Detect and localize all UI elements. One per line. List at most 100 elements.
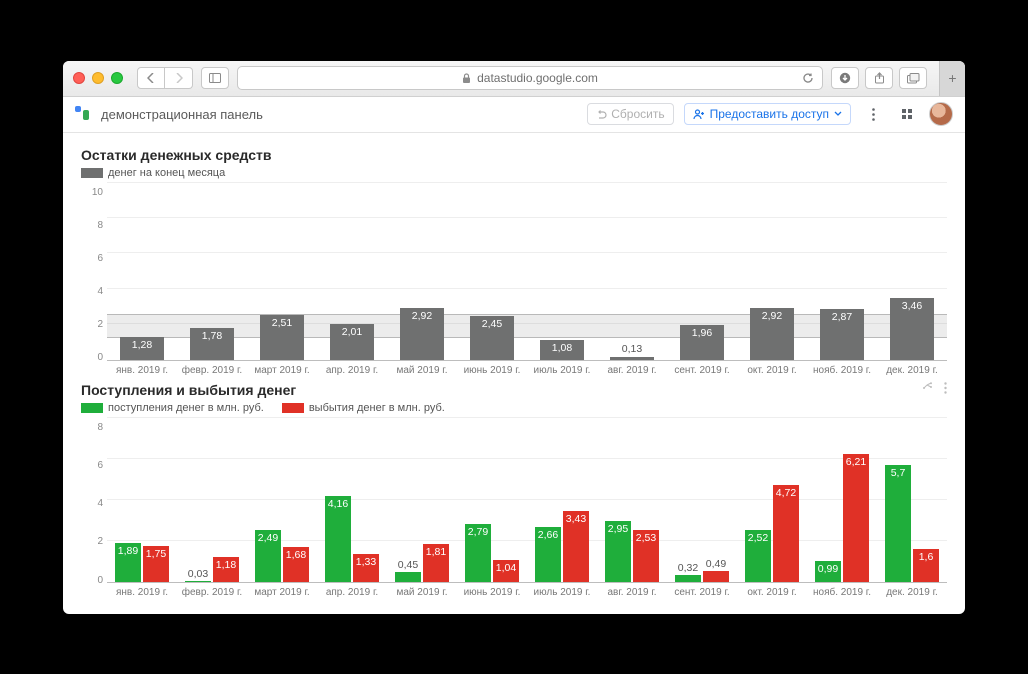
sidebar-toggle-button[interactable] (201, 67, 229, 89)
chart1-bar[interactable]: 1,28 (107, 183, 177, 360)
share-button[interactable] (865, 67, 893, 89)
bar-inflow: 2,52 (745, 530, 771, 582)
chart1-plot: 1086420 1,281,782,512,012,922,451,080,13… (107, 183, 947, 361)
avatar[interactable] (929, 102, 953, 126)
browser-window: datastudio.google.com + демонстрационная… (63, 61, 965, 614)
tabs-button[interactable] (899, 67, 927, 89)
xaxis-label: нояб. 2019 г. (807, 587, 877, 598)
xaxis-label: дек. 2019 г. (877, 365, 947, 376)
chart2-legend-1: выбытия денег в млн. руб. (309, 402, 445, 414)
chart1-bar[interactable]: 1,08 (527, 183, 597, 360)
chart1-yaxis: 1086420 (81, 183, 103, 360)
xaxis-label: авг. 2019 г. (597, 365, 667, 376)
xaxis-label: март 2019 г. (247, 587, 317, 598)
chart2-bar-group[interactable]: 2,491,68 (247, 418, 317, 582)
chart1-bar[interactable]: 3,46 (877, 183, 947, 360)
chart-more-icon[interactable] (944, 382, 947, 394)
chart1-legend: денег на конец месяца (81, 167, 947, 179)
bar-inflow: 4,16 (325, 496, 351, 581)
browser-right-tools (831, 67, 927, 89)
window-zoom-button[interactable] (111, 72, 123, 84)
bar-outflow: 6,21 (843, 454, 869, 581)
xaxis-label: апр. 2019 г. (317, 587, 387, 598)
chart1-legend-0: денег на конец месяца (108, 167, 225, 179)
xaxis-label: сент. 2019 г. (667, 365, 737, 376)
chart2-toolbar (922, 382, 947, 394)
bar-value-label: 3,46 (902, 300, 922, 359)
chart2-bar-group[interactable]: 4,16 1,33 (317, 418, 387, 582)
chart1-bar[interactable]: 2,92 (737, 183, 807, 360)
bar-value-label: 2,66 (538, 529, 558, 541)
downloads-button[interactable] (831, 67, 859, 89)
nav-back-forward (137, 67, 193, 89)
bar-value-label: 1,96 (692, 327, 712, 360)
bar-outflow: 0,49 (703, 571, 729, 581)
chart2-bar-group[interactable]: 2,663,43 (527, 418, 597, 582)
new-tab-button[interactable]: + (939, 61, 965, 97)
chart1-bar[interactable]: 2,45 (457, 183, 527, 360)
xaxis-label: янв. 2019 г. (107, 587, 177, 598)
bar-inflow: 2,95 (605, 521, 631, 581)
bar-value-label: 2,79 (468, 526, 488, 538)
bar-outflow: 2,53 (633, 530, 659, 582)
chart-share-icon[interactable] (922, 382, 934, 394)
chart2-bar-group[interactable]: 2,791,04 (457, 418, 527, 582)
bar-value-label: 0,03 (188, 568, 208, 580)
xaxis-label: июль 2019 г. (527, 587, 597, 598)
chart2-bar-group[interactable]: 5,7 1,6 (877, 418, 947, 582)
chart1-bar[interactable]: 0,13 (597, 183, 667, 360)
chart2-bar-group[interactable]: 0,320,49 (667, 418, 737, 582)
url-bar[interactable]: datastudio.google.com (237, 66, 823, 90)
appbar: демонстрационная панель Сбросить Предост… (63, 97, 965, 133)
bar-value-label: 4,72 (776, 487, 796, 499)
bar-value-label: 1,18 (216, 559, 236, 571)
bar-value-label: 5,7 (891, 467, 906, 479)
nav-back-button[interactable] (137, 67, 165, 89)
bar-inflow: 2,66 (535, 527, 561, 582)
bar-value-label: 1,89 (118, 545, 138, 557)
xaxis-label: март 2019 г. (247, 365, 317, 376)
bar-value-label: 1,78 (202, 330, 222, 360)
chart2-bar-group[interactable]: 2,52 4,72 (737, 418, 807, 582)
chart2-bar-group[interactable]: 0,451,81 (387, 418, 457, 582)
chart1-bar[interactable]: 2,87 (807, 183, 877, 360)
more-options-button[interactable] (861, 102, 885, 126)
chart2-bar-group[interactable]: 2,952,53 (597, 418, 667, 582)
window-minimize-button[interactable] (92, 72, 104, 84)
bar-inflow: 5,7 (885, 465, 911, 582)
window-close-button[interactable] (73, 72, 85, 84)
bar-value-label: 0,13 (622, 343, 642, 355)
chart1-bar[interactable]: 1,96 (667, 183, 737, 360)
xaxis-label: июль 2019 г. (527, 365, 597, 376)
chart2-plot: 86420 1,891,750,031,182,491,684,161,330,… (107, 418, 947, 583)
bar-value-label: 1,6 (919, 551, 934, 563)
chart2-bar-group[interactable]: 0,03 1,18 (177, 418, 247, 582)
nav-forward-button[interactable] (165, 67, 193, 89)
xaxis-label: май 2019 г. (387, 587, 457, 598)
legend-swatch-green (81, 403, 103, 413)
bar-value-label: 1,81 (426, 546, 446, 558)
chart2-bar-group[interactable]: 0,996,21 (807, 418, 877, 582)
chart1-bar[interactable]: 2,51 (247, 183, 317, 360)
bar-value-label: 6,21 (846, 456, 866, 468)
report-title: демонстрационная панель (101, 107, 263, 122)
chart1-bar[interactable]: 2,01 (317, 183, 387, 360)
chart2-bar-group[interactable]: 1,89 1,75 (107, 418, 177, 582)
bar-value-label: 2,87 (832, 311, 852, 360)
chart1-bar[interactable]: 2,92 (387, 183, 457, 360)
reload-icon[interactable] (802, 72, 814, 84)
bar-outflow: 1,75 (143, 546, 169, 582)
reset-button[interactable]: Сбросить (587, 103, 673, 125)
xaxis-label: февр. 2019 г. (177, 587, 247, 598)
datastudio-logo-icon (75, 106, 91, 122)
bar-inflow: 0,32 (675, 575, 701, 582)
xaxis-label: апр. 2019 г. (317, 365, 387, 376)
chart2-title: Поступления и выбытия денег (81, 382, 947, 398)
share-report-button[interactable]: Предоставить доступ (684, 103, 851, 125)
bar-outflow: 1,33 (353, 554, 379, 581)
chart2-xaxis: янв. 2019 г.февр. 2019 г.март 2019 г.апр… (107, 587, 947, 598)
xaxis-label: февр. 2019 г. (177, 365, 247, 376)
bar-value-label: 4,16 (328, 498, 348, 510)
fullscreen-button[interactable] (895, 102, 919, 126)
chart1-bar[interactable]: 1,78 (177, 183, 247, 360)
